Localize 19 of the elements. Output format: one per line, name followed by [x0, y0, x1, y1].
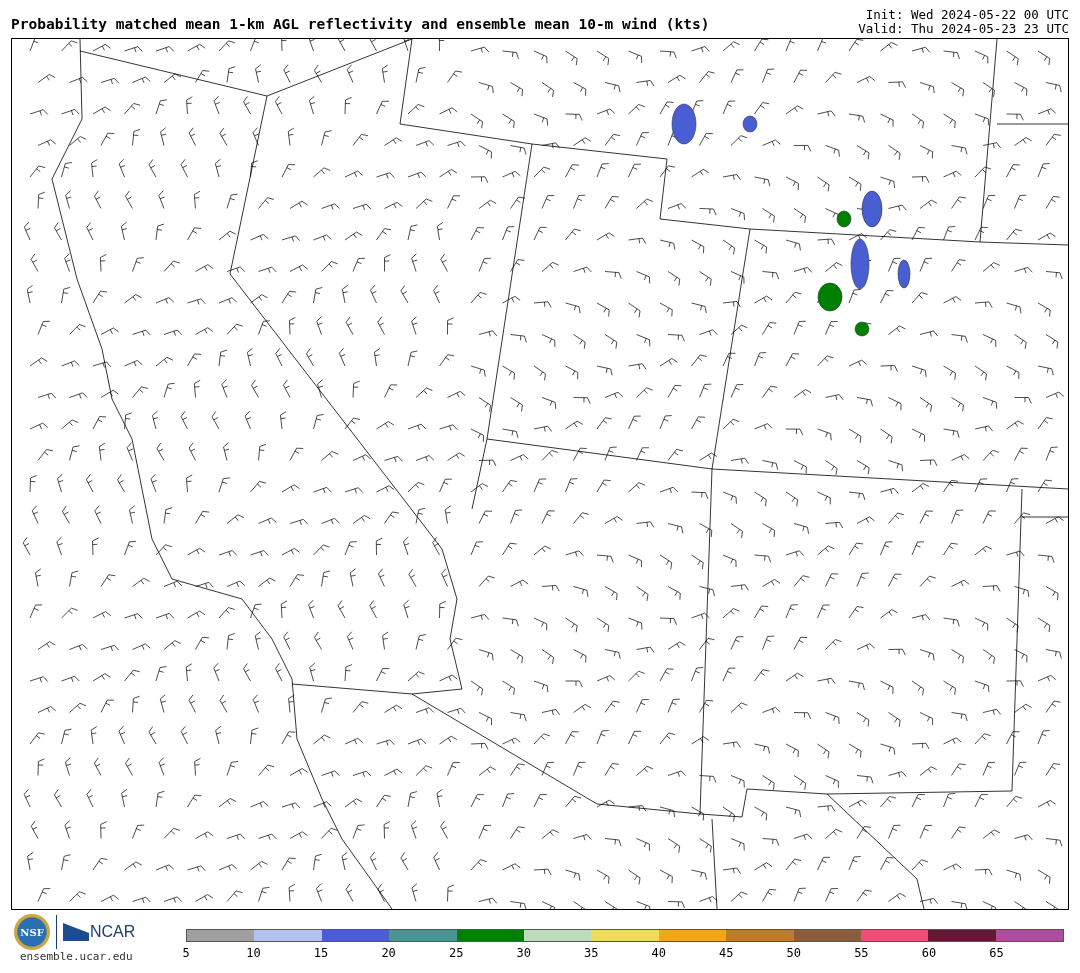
- scale-tick-label: 25: [448, 946, 464, 960]
- scale-tick-label: 45: [719, 946, 734, 960]
- scale-tick-label: 55: [854, 946, 869, 960]
- scale-tick-label: 65: [989, 946, 1004, 960]
- ncar-logo: NCAR: [63, 923, 136, 941]
- scale-tick-label: 40: [651, 946, 666, 960]
- valid-time: Valid: Thu 2024-05-23 23 UTC: [858, 22, 1069, 36]
- scale-tick-label: 35: [584, 946, 599, 960]
- scale-tick-label: 20: [381, 946, 396, 960]
- scale-tick-label: 15: [313, 946, 329, 960]
- nsf-logo: NSF: [14, 914, 50, 950]
- scale-tick-label: 5: [182, 946, 190, 960]
- scale-tick-label: 30: [516, 946, 531, 960]
- chart-title: Probability matched mean 1-km AGL reflectivity and ensemble mean 10-m wind (kts): [11, 16, 710, 34]
- scale-tick-label: 60: [921, 946, 937, 960]
- scale-tick-label: 10: [246, 946, 261, 960]
- init-time: Init: Wed 2024-05-22 00 UTC: [865, 8, 1069, 22]
- scale-tick-label: 50: [786, 946, 802, 960]
- site-url: ensemble.ucar.edu: [20, 950, 134, 963]
